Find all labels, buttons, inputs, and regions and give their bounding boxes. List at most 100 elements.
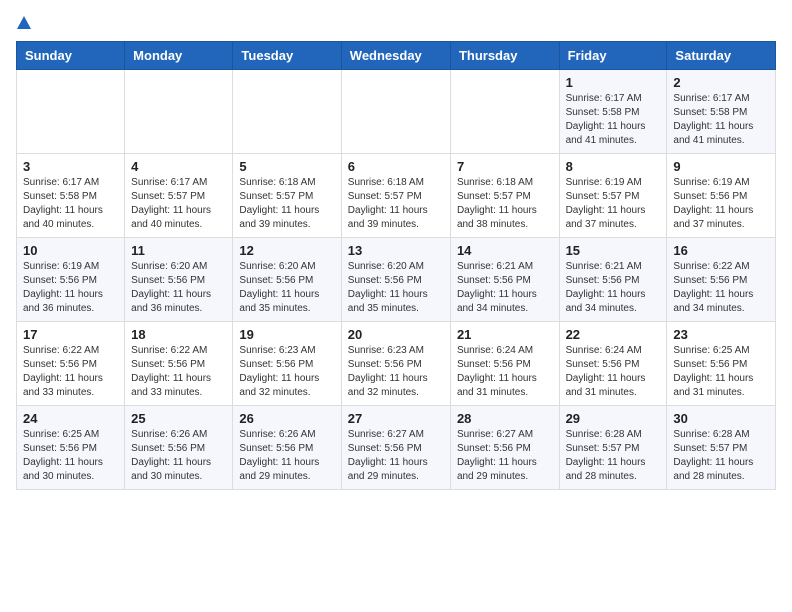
day-number: 21 <box>457 327 553 342</box>
day-info: Sunrise: 6:18 AM Sunset: 5:57 PM Dayligh… <box>348 176 444 232</box>
calendar-week-row: 17 Sunrise: 6:22 AM Sunset: 5:56 PM Dayli… <box>17 322 776 406</box>
day-number: 12 <box>239 243 334 258</box>
day-number: 7 <box>457 159 553 174</box>
day-number: 22 <box>566 327 661 342</box>
day-info: Sunrise: 6:17 AM Sunset: 5:57 PM Dayligh… <box>131 176 226 232</box>
day-info: Sunrise: 6:26 AM Sunset: 5:56 PM Dayligh… <box>131 428 226 484</box>
calendar-cell: 18 Sunrise: 6:22 AM Sunset: 5:56 PM Dayli… <box>125 322 233 406</box>
day-info: Sunrise: 6:22 AM Sunset: 5:56 PM Dayligh… <box>673 260 769 316</box>
calendar-cell: 29Sunrise: 6:28 AM Sunset: 5:57 PM Dayli… <box>559 406 667 490</box>
day-number: 15 <box>566 243 661 258</box>
calendar-cell: 19Sunrise: 6:23 AM Sunset: 5:56 PM Dayli… <box>233 322 341 406</box>
day-info: Sunrise: 6:23 AM Sunset: 5:56 PM Dayligh… <box>348 344 444 400</box>
day-number: 8 <box>566 159 661 174</box>
day-number: 4 <box>131 159 226 174</box>
day-info: Sunrise: 6:18 AM Sunset: 5:57 PM Dayligh… <box>239 176 334 232</box>
day-number: 18 <box>131 327 226 342</box>
calendar-cell: 22 Sunrise: 6:24 AM Sunset: 5:56 PM Dayli… <box>559 322 667 406</box>
day-info: Sunrise: 6:25 AM Sunset: 5:56 PM Dayligh… <box>23 428 118 484</box>
page-header <box>16 16 776 29</box>
calendar-cell <box>125 70 233 154</box>
calendar-cell: 9 Sunrise: 6:19 AM Sunset: 5:56 PM Daylig… <box>667 154 776 238</box>
calendar-cell: 14 Sunrise: 6:21 AM Sunset: 5:56 PM Dayli… <box>450 238 559 322</box>
calendar-cell: 17Sunrise: 6:22 AM Sunset: 5:56 PM Dayli… <box>17 322 125 406</box>
calendar-cell: 1 Sunrise: 6:17 AM Sunset: 5:58 PM Daylig… <box>559 70 667 154</box>
day-number: 10 <box>23 243 118 258</box>
day-info: Sunrise: 6:27 AM Sunset: 5:56 PM Dayligh… <box>457 428 553 484</box>
calendar-cell: 11 Sunrise: 6:20 AM Sunset: 5:56 PM Dayli… <box>125 238 233 322</box>
calendar-header-monday: Monday <box>125 42 233 70</box>
calendar-cell: 12 Sunrise: 6:20 AM Sunset: 5:56 PM Dayli… <box>233 238 341 322</box>
day-number: 25 <box>131 411 226 426</box>
day-info: Sunrise: 6:24 AM Sunset: 5:56 PM Dayligh… <box>566 344 661 400</box>
day-info: Sunrise: 6:21 AM Sunset: 5:56 PM Dayligh… <box>457 260 553 316</box>
day-info: Sunrise: 6:23 AM Sunset: 5:56 PM Dayligh… <box>239 344 334 400</box>
day-number: 24 <box>23 411 118 426</box>
calendar-header-saturday: Saturday <box>667 42 776 70</box>
day-number: 23 <box>673 327 769 342</box>
day-number: 11 <box>131 243 226 258</box>
day-info: Sunrise: 6:19 AM Sunset: 5:56 PM Dayligh… <box>23 260 118 316</box>
day-number: 9 <box>673 159 769 174</box>
calendar-cell: 27 Sunrise: 6:27 AM Sunset: 5:56 PM Dayli… <box>341 406 450 490</box>
calendar-cell: 2 Sunrise: 6:17 AM Sunset: 5:58 PM Daylig… <box>667 70 776 154</box>
calendar-cell: 26 Sunrise: 6:26 AM Sunset: 5:56 PM Dayli… <box>233 406 341 490</box>
day-info: Sunrise: 6:19 AM Sunset: 5:56 PM Dayligh… <box>673 176 769 232</box>
day-info: Sunrise: 6:24 AM Sunset: 5:56 PM Dayligh… <box>457 344 553 400</box>
calendar-cell: 8 Sunrise: 6:19 AM Sunset: 5:57 PM Daylig… <box>559 154 667 238</box>
day-info: Sunrise: 6:27 AM Sunset: 5:56 PM Dayligh… <box>348 428 444 484</box>
day-number: 2 <box>673 75 769 90</box>
calendar-cell <box>341 70 450 154</box>
day-number: 16 <box>673 243 769 258</box>
calendar-header-sunday: Sunday <box>17 42 125 70</box>
calendar-cell: 13 Sunrise: 6:20 AM Sunset: 5:56 PM Dayli… <box>341 238 450 322</box>
calendar-cell: 28 Sunrise: 6:27 AM Sunset: 5:56 PM Dayli… <box>450 406 559 490</box>
day-info: Sunrise: 6:25 AM Sunset: 5:56 PM Dayligh… <box>673 344 769 400</box>
calendar-cell: 30Sunrise: 6:28 AM Sunset: 5:57 PM Dayli… <box>667 406 776 490</box>
day-number: 27 <box>348 411 444 426</box>
day-info: Sunrise: 6:22 AM Sunset: 5:56 PM Dayligh… <box>131 344 226 400</box>
day-info: Sunrise: 6:20 AM Sunset: 5:56 PM Dayligh… <box>131 260 226 316</box>
calendar-cell <box>17 70 125 154</box>
day-number: 20 <box>348 327 444 342</box>
calendar-week-row: 1 Sunrise: 6:17 AM Sunset: 5:58 PM Daylig… <box>17 70 776 154</box>
day-number: 14 <box>457 243 553 258</box>
calendar-cell: 7Sunrise: 6:18 AM Sunset: 5:57 PM Daylig… <box>450 154 559 238</box>
day-info: Sunrise: 6:20 AM Sunset: 5:56 PM Dayligh… <box>239 260 334 316</box>
calendar-week-row: 10 Sunrise: 6:19 AM Sunset: 5:56 PM Dayli… <box>17 238 776 322</box>
day-number: 26 <box>239 411 334 426</box>
logo-triangle-icon <box>17 16 31 29</box>
day-number: 28 <box>457 411 553 426</box>
calendar-header-thursday: Thursday <box>450 42 559 70</box>
day-info: Sunrise: 6:26 AM Sunset: 5:56 PM Dayligh… <box>239 428 334 484</box>
calendar-header-wednesday: Wednesday <box>341 42 450 70</box>
day-info: Sunrise: 6:17 AM Sunset: 5:58 PM Dayligh… <box>673 92 769 148</box>
calendar-cell: 5 Sunrise: 6:18 AM Sunset: 5:57 PM Daylig… <box>233 154 341 238</box>
logo <box>16 16 33 29</box>
calendar-cell: 10 Sunrise: 6:19 AM Sunset: 5:56 PM Dayli… <box>17 238 125 322</box>
day-info: Sunrise: 6:19 AM Sunset: 5:57 PM Dayligh… <box>566 176 661 232</box>
calendar-cell: 20 Sunrise: 6:23 AM Sunset: 5:56 PM Dayli… <box>341 322 450 406</box>
day-number: 5 <box>239 159 334 174</box>
calendar-cell: 25 Sunrise: 6:26 AM Sunset: 5:56 PM Dayli… <box>125 406 233 490</box>
day-info: Sunrise: 6:17 AM Sunset: 5:58 PM Dayligh… <box>566 92 661 148</box>
calendar-cell: 6 Sunrise: 6:18 AM Sunset: 5:57 PM Daylig… <box>341 154 450 238</box>
day-number: 1 <box>566 75 661 90</box>
day-number: 30 <box>673 411 769 426</box>
day-number: 13 <box>348 243 444 258</box>
calendar-cell <box>450 70 559 154</box>
calendar-header-tuesday: Tuesday <box>233 42 341 70</box>
calendar-week-row: 24 Sunrise: 6:25 AM Sunset: 5:56 PM Dayli… <box>17 406 776 490</box>
calendar-header-row: SundayMondayTuesdayWednesdayThursdayFrid… <box>17 42 776 70</box>
day-info: Sunrise: 6:20 AM Sunset: 5:56 PM Dayligh… <box>348 260 444 316</box>
calendar-cell: 21 Sunrise: 6:24 AM Sunset: 5:56 PM Dayli… <box>450 322 559 406</box>
calendar-cell: 23 Sunrise: 6:25 AM Sunset: 5:56 PM Dayli… <box>667 322 776 406</box>
day-number: 6 <box>348 159 444 174</box>
calendar-week-row: 3Sunrise: 6:17 AM Sunset: 5:58 PM Daylig… <box>17 154 776 238</box>
calendar-table: SundayMondayTuesdayWednesdayThursdayFrid… <box>16 41 776 490</box>
calendar-cell: 3Sunrise: 6:17 AM Sunset: 5:58 PM Daylig… <box>17 154 125 238</box>
day-number: 3 <box>23 159 118 174</box>
calendar-cell: 16 Sunrise: 6:22 AM Sunset: 5:56 PM Dayli… <box>667 238 776 322</box>
calendar-cell: 15Sunrise: 6:21 AM Sunset: 5:56 PM Dayli… <box>559 238 667 322</box>
day-number: 17 <box>23 327 118 342</box>
